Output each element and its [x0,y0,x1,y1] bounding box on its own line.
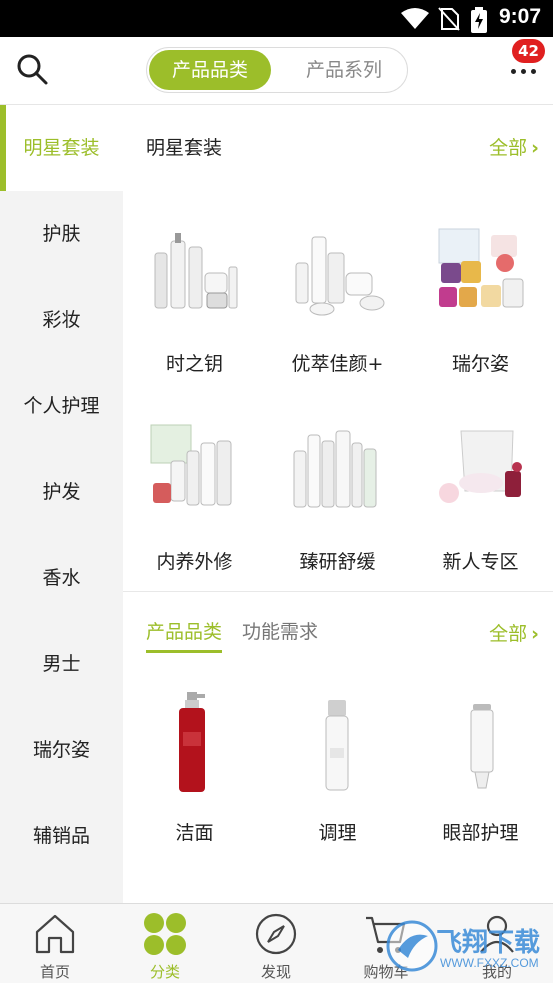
product-set-item[interactable]: 优萃佳颜+ [266,223,409,376]
product-set-label: 优萃佳颜+ [291,353,384,375]
notification-badge: 42 [512,39,545,63]
watermark-subtext: WWW.FXXZ.COM [440,956,539,970]
product-set-item[interactable]: 内养外修 [123,421,266,574]
category-image [178,692,205,792]
nav-home[interactable]: 首页 [0,904,110,983]
category-sidebar: 明星套装 护肤 彩妆 个人护理 护发 香水 男士 瑞尔姿 辅销品 [0,105,123,903]
status-bar: 9:07 [0,0,553,37]
chevron-right-icon: › [531,623,539,645]
category-label: 调理 [318,822,357,844]
subtab-function-needs[interactable]: 功能需求 [242,617,318,644]
product-set-item[interactable]: 新人专区 [409,421,552,574]
product-set-image [150,424,231,506]
category-image [325,700,348,791]
product-set-label: 内养外修 [156,551,233,573]
status-time: 9:07 [498,5,541,28]
watermark-text: 飞翔下载 [436,928,541,958]
tab-product-series[interactable]: 产品系列 [283,50,405,90]
category-item[interactable]: 调理 [266,692,409,845]
subtab-product-category[interactable]: 产品品类 [146,617,223,653]
category-label: 眼部护理 [442,822,519,844]
view-all-label: 全部 [489,623,528,645]
category-item[interactable]: 洁面 [123,692,266,845]
sidebar-item-men[interactable]: 男士 [0,621,123,707]
compass-icon [255,913,297,955]
product-set-image [438,430,522,503]
product-set-item[interactable]: 臻研舒缓 [266,421,409,574]
chevron-right-icon: › [531,137,539,159]
sidebar-item-makeup[interactable]: 彩妆 [0,277,123,363]
product-set-image [295,236,384,316]
wifi-icon [401,8,429,29]
battery-charging-icon [471,7,487,33]
category-image [470,704,493,789]
product-set-image [154,233,237,309]
sidebar-item-sales-aids[interactable]: 辅销品 [0,793,123,879]
sidebar-item-star-sets[interactable]: 明星套装 [0,105,123,191]
main-content: 明星套装 全部 › 时之钥 优萃佳颜+ 瑞尔姿 内养外修 臻研舒缓 新人专区 产… [123,105,553,903]
product-set-item[interactable]: 时之钥 [123,223,266,376]
nav-category[interactable]: 分类 [110,904,220,983]
sidebar-item-perfume[interactable]: 香水 [0,535,123,621]
search-icon[interactable] [14,51,50,87]
product-set-label: 新人专区 [442,551,519,573]
sidebar-item-ruierzi[interactable]: 瑞尔姿 [0,707,123,793]
home-icon [35,914,75,954]
section-divider [123,591,553,592]
no-sim-icon [438,7,460,31]
product-set-image [293,430,376,508]
view-all-link[interactable]: 全部 › [489,619,539,646]
segmented-control: 产品品类 产品系列 [146,47,408,93]
product-set-label: 时之钥 [165,353,223,375]
section-title: 明星套装 [146,137,223,159]
view-all-label: 全部 [489,137,528,159]
product-set-image [438,228,523,308]
more-dot-icon [531,69,536,74]
top-header: 产品品类 产品系列 42 [0,37,553,105]
tab-product-category[interactable]: 产品品类 [149,50,271,90]
view-all-link[interactable]: 全部 › [489,133,539,160]
category-icon [144,913,186,955]
category-label: 洁面 [175,822,214,844]
product-set-item[interactable]: 瑞尔姿 [409,223,552,376]
more-dot-icon [511,69,516,74]
nav-label: 首页 [39,963,70,981]
watermark-logo: 飞翔下载 WWW.FXXZ.COM [384,916,548,978]
nav-label: 分类 [149,963,180,981]
nav-discover[interactable]: 发现 [221,904,331,983]
more-menu-button[interactable] [511,65,539,77]
sidebar-item-haircare[interactable]: 护发 [0,449,123,535]
sidebar-item-skincare[interactable]: 护肤 [0,191,123,277]
sidebar-item-personal-care[interactable]: 个人护理 [0,363,123,449]
product-set-label: 瑞尔姿 [451,353,509,375]
category-item[interactable]: 眼部护理 [409,692,552,845]
nav-label: 发现 [260,963,291,981]
product-set-label: 臻研舒缓 [299,551,376,573]
more-dot-icon [521,69,526,74]
